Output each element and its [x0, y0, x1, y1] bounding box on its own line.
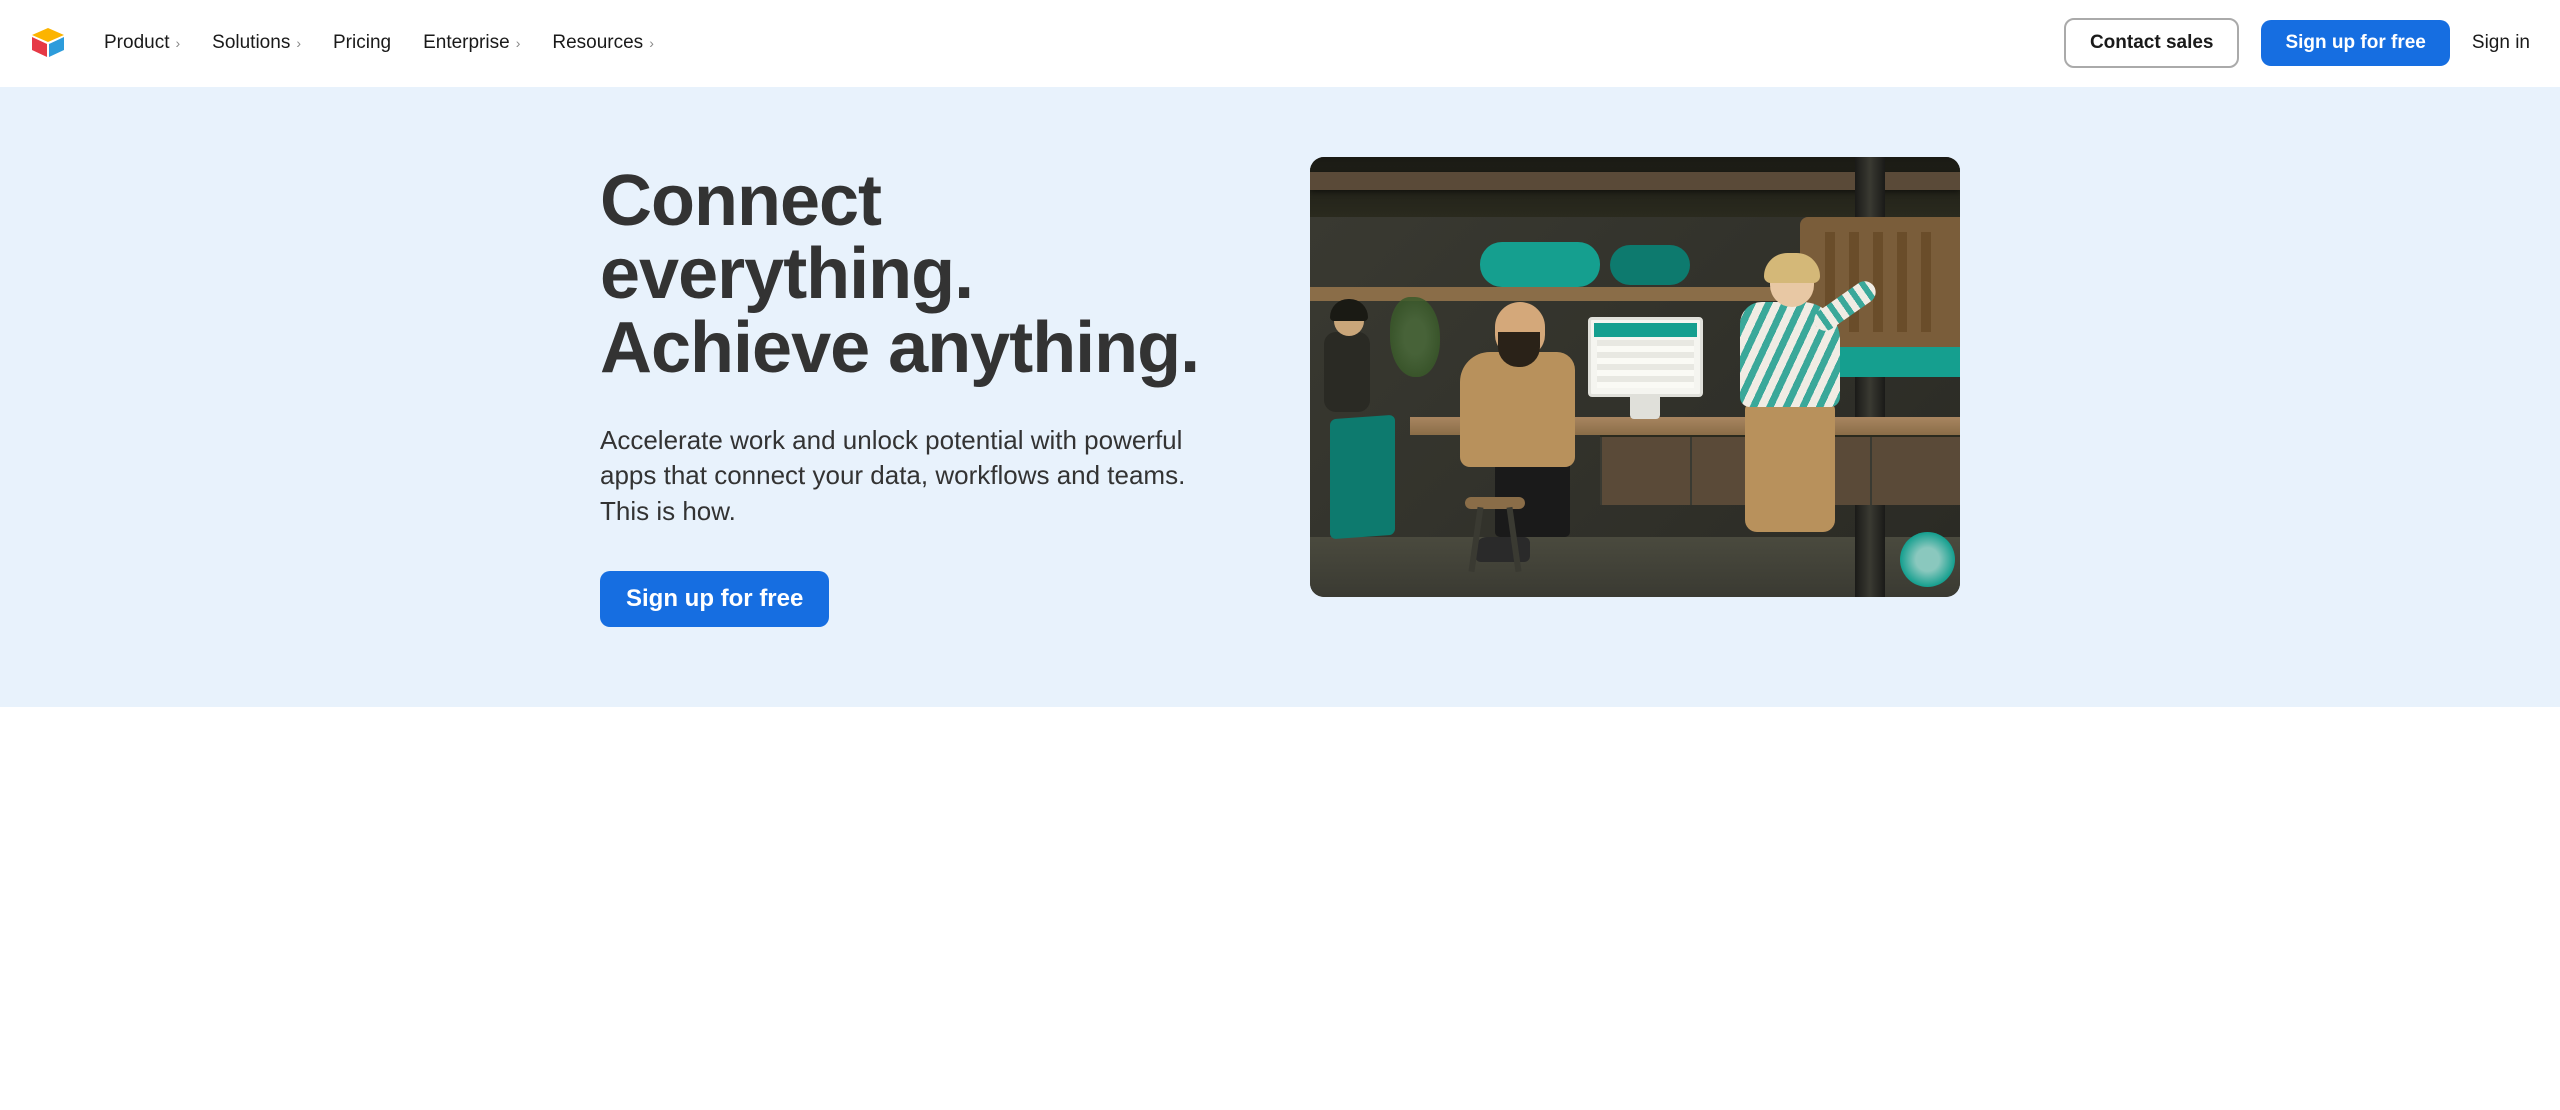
hero-container: Connect everything. Achieve anything. Ac… — [540, 157, 2020, 627]
header-right: Contact sales Sign up for free Sign in — [2064, 18, 2530, 68]
nav-enterprise[interactable]: Enterprise › — [423, 32, 520, 54]
signin-link[interactable]: Sign in — [2472, 32, 2530, 54]
nav-label: Resources — [552, 32, 643, 54]
hero-section: Connect everything. Achieve anything. Ac… — [0, 87, 2560, 707]
hero-image-container — [1310, 157, 1960, 597]
hero-image — [1310, 157, 1960, 597]
nav-resources[interactable]: Resources › — [552, 32, 654, 54]
contact-sales-button[interactable]: Contact sales — [2064, 18, 2240, 68]
nav-label: Enterprise — [423, 32, 510, 54]
nav-label: Solutions — [212, 32, 290, 54]
hero-cta-button[interactable]: Sign up for free — [600, 571, 829, 627]
chevron-right-icon: › — [516, 35, 521, 51]
main-header: Product › Solutions › Pricing Enterprise… — [0, 0, 2560, 87]
hero-content: Connect everything. Achieve anything. Ac… — [600, 157, 1250, 627]
chevron-right-icon: › — [649, 35, 654, 51]
nav-product[interactable]: Product › — [104, 32, 180, 54]
hero-title: Connect everything. Achieve anything. — [600, 165, 1250, 385]
airtable-logo-icon — [30, 28, 66, 58]
nav-pricing[interactable]: Pricing — [333, 32, 391, 54]
header-left: Product › Solutions › Pricing Enterprise… — [30, 25, 654, 61]
main-nav: Product › Solutions › Pricing Enterprise… — [104, 32, 654, 54]
logo[interactable] — [30, 25, 66, 61]
chevron-right-icon: › — [296, 35, 301, 51]
nav-label: Product — [104, 32, 169, 54]
nav-solutions[interactable]: Solutions › — [212, 32, 301, 54]
signup-button[interactable]: Sign up for free — [2261, 20, 2449, 66]
hero-subtitle: Accelerate work and unlock potential wit… — [600, 423, 1200, 528]
nav-label: Pricing — [333, 32, 391, 54]
chevron-right-icon: › — [175, 35, 180, 51]
